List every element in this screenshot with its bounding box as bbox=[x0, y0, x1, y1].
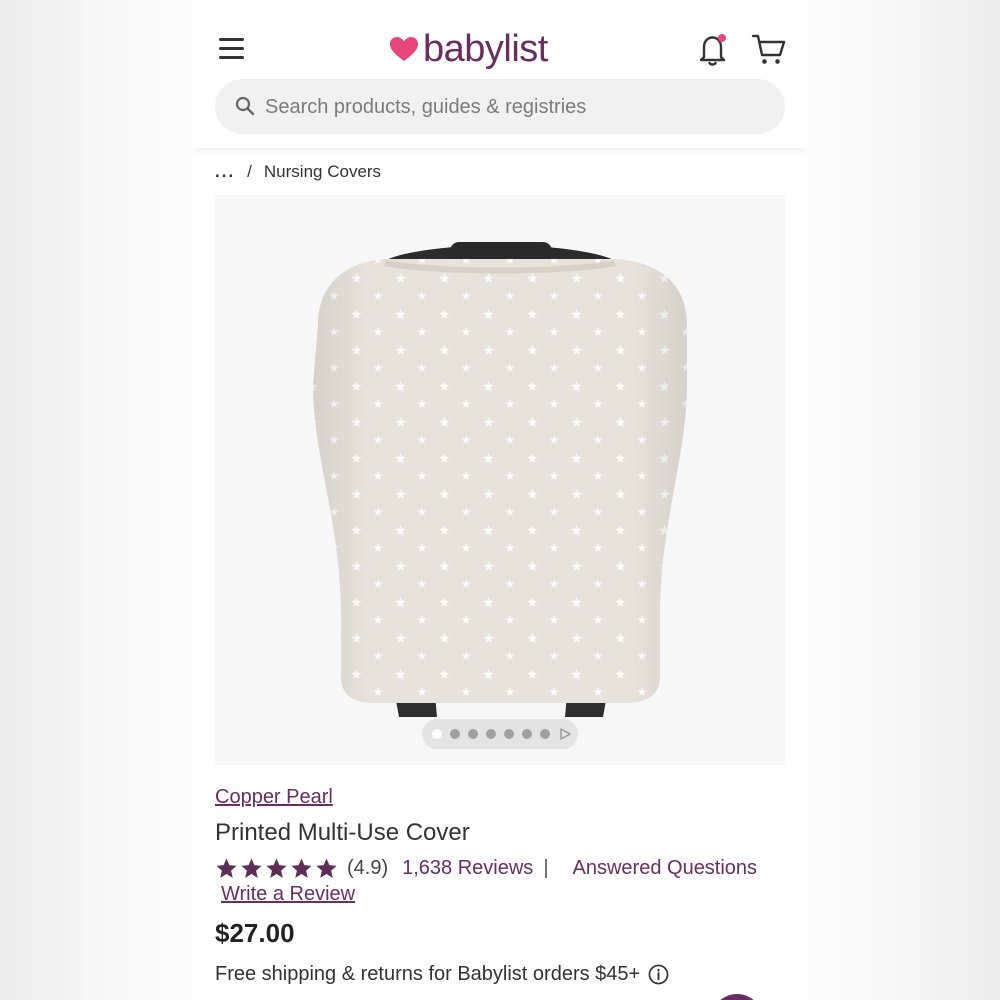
info-icon[interactable] bbox=[648, 964, 669, 985]
rating-separator: | bbox=[543, 856, 549, 879]
product-title: Printed Multi-Use Cover bbox=[215, 819, 470, 846]
pagination-dot[interactable] bbox=[540, 729, 550, 739]
answered-questions-link[interactable]: Answered Questions bbox=[573, 857, 758, 880]
breadcrumb: ... / Nursing Covers bbox=[215, 162, 381, 182]
hamburger-menu-icon[interactable] bbox=[219, 36, 245, 60]
star-icon bbox=[316, 857, 337, 878]
search-input[interactable]: Search products, guides & registries bbox=[215, 79, 785, 134]
star-icon bbox=[216, 857, 237, 878]
pagination-dot[interactable] bbox=[486, 729, 496, 739]
babylist-logo[interactable]: babylist bbox=[389, 26, 548, 72]
bell-icon[interactable] bbox=[696, 31, 730, 67]
brand-link[interactable]: Copper Pearl bbox=[215, 786, 333, 809]
image-pagination-dots[interactable] bbox=[422, 719, 578, 749]
star-icon bbox=[266, 857, 287, 878]
pagination-dot[interactable] bbox=[522, 729, 532, 739]
pagination-dot[interactable] bbox=[450, 729, 460, 739]
chat-button[interactable] bbox=[711, 994, 763, 1000]
star-icon bbox=[241, 857, 262, 878]
search-placeholder: Search products, guides & registries bbox=[265, 96, 587, 118]
cart-icon[interactable] bbox=[751, 31, 787, 67]
breadcrumb-separator: / bbox=[247, 162, 252, 181]
star-icon bbox=[291, 857, 312, 878]
rating-value: (4.9) bbox=[347, 856, 389, 879]
rating-row: (4.9) 1,638 Reviews | Answered Questions bbox=[215, 855, 757, 881]
breadcrumb-current[interactable]: Nursing Covers bbox=[264, 162, 381, 182]
nursing-cover-photo bbox=[313, 242, 687, 717]
pagination-dot[interactable] bbox=[504, 729, 514, 739]
search-icon bbox=[235, 96, 255, 116]
star-rating bbox=[215, 857, 338, 880]
reviews-link[interactable]: 1,638 Reviews bbox=[402, 857, 533, 880]
phone-screen: babylist Search products, guides & regis… bbox=[193, 0, 807, 1000]
pagination-dot[interactable] bbox=[468, 729, 478, 739]
heart-icon bbox=[390, 37, 418, 61]
play-video-icon[interactable] bbox=[559, 728, 571, 740]
shipping-note: Free shipping & returns for Babylist ord… bbox=[215, 963, 669, 986]
pagination-dot-active[interactable] bbox=[432, 729, 442, 739]
breadcrumb-ellipsis[interactable]: ... bbox=[215, 162, 235, 182]
write-review-link[interactable]: Write a Review bbox=[221, 883, 355, 906]
product-price: $27.00 bbox=[215, 918, 295, 948]
logo-wordmark: babylist bbox=[423, 27, 548, 70]
top-navigation-bar: babylist Search products, guides & regis… bbox=[193, 0, 807, 148]
product-image-gallery[interactable] bbox=[215, 195, 785, 765]
shipping-text: Free shipping & returns for Babylist ord… bbox=[215, 963, 641, 985]
